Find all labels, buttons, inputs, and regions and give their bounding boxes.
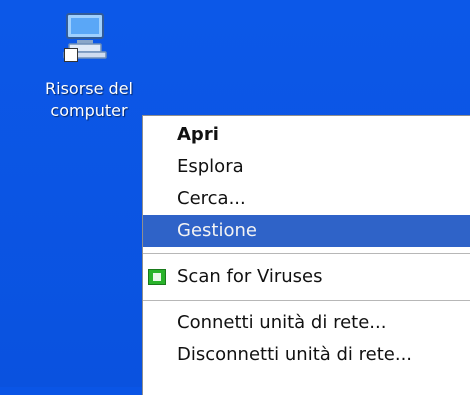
menu-item-scan-for-viruses[interactable]: Scan for Viruses (143, 261, 470, 293)
menu-item-label: Disconnetti unità di rete... (177, 344, 413, 365)
menu-item-label: Scan for Viruses (177, 266, 323, 287)
menu-item-connetti-unita-di-rete[interactable]: Connetti unità di rete... (143, 307, 470, 339)
menu-separator (143, 300, 470, 301)
menu-item-label: Apri (177, 124, 219, 145)
desktop-icon-label-line-1: Risorse del (45, 79, 133, 98)
desktop-background: Risorse del computer Apri Esplora Cerca.… (0, 0, 470, 395)
context-menu: Apri Esplora Cerca... Gestione Scan for … (142, 115, 470, 395)
menu-item-label: Esplora (177, 156, 244, 177)
menu-item-gestione[interactable]: Gestione (143, 215, 470, 247)
menu-item-cerca[interactable]: Cerca... (143, 183, 470, 215)
menu-item-label: Gestione (177, 220, 257, 241)
menu-item-disconnetti-unita-di-rete[interactable]: Disconnetti unità di rete... (143, 339, 470, 371)
virus-scan-icon (148, 269, 166, 285)
shortcut-arrow-icon (64, 48, 78, 62)
menu-separator (143, 253, 470, 254)
menu-item-label: Connetti unità di rete... (177, 312, 387, 333)
menu-item-esplora[interactable]: Esplora (143, 151, 470, 183)
menu-item-apri[interactable]: Apri (143, 119, 470, 151)
menu-item-label: Cerca... (177, 188, 246, 209)
